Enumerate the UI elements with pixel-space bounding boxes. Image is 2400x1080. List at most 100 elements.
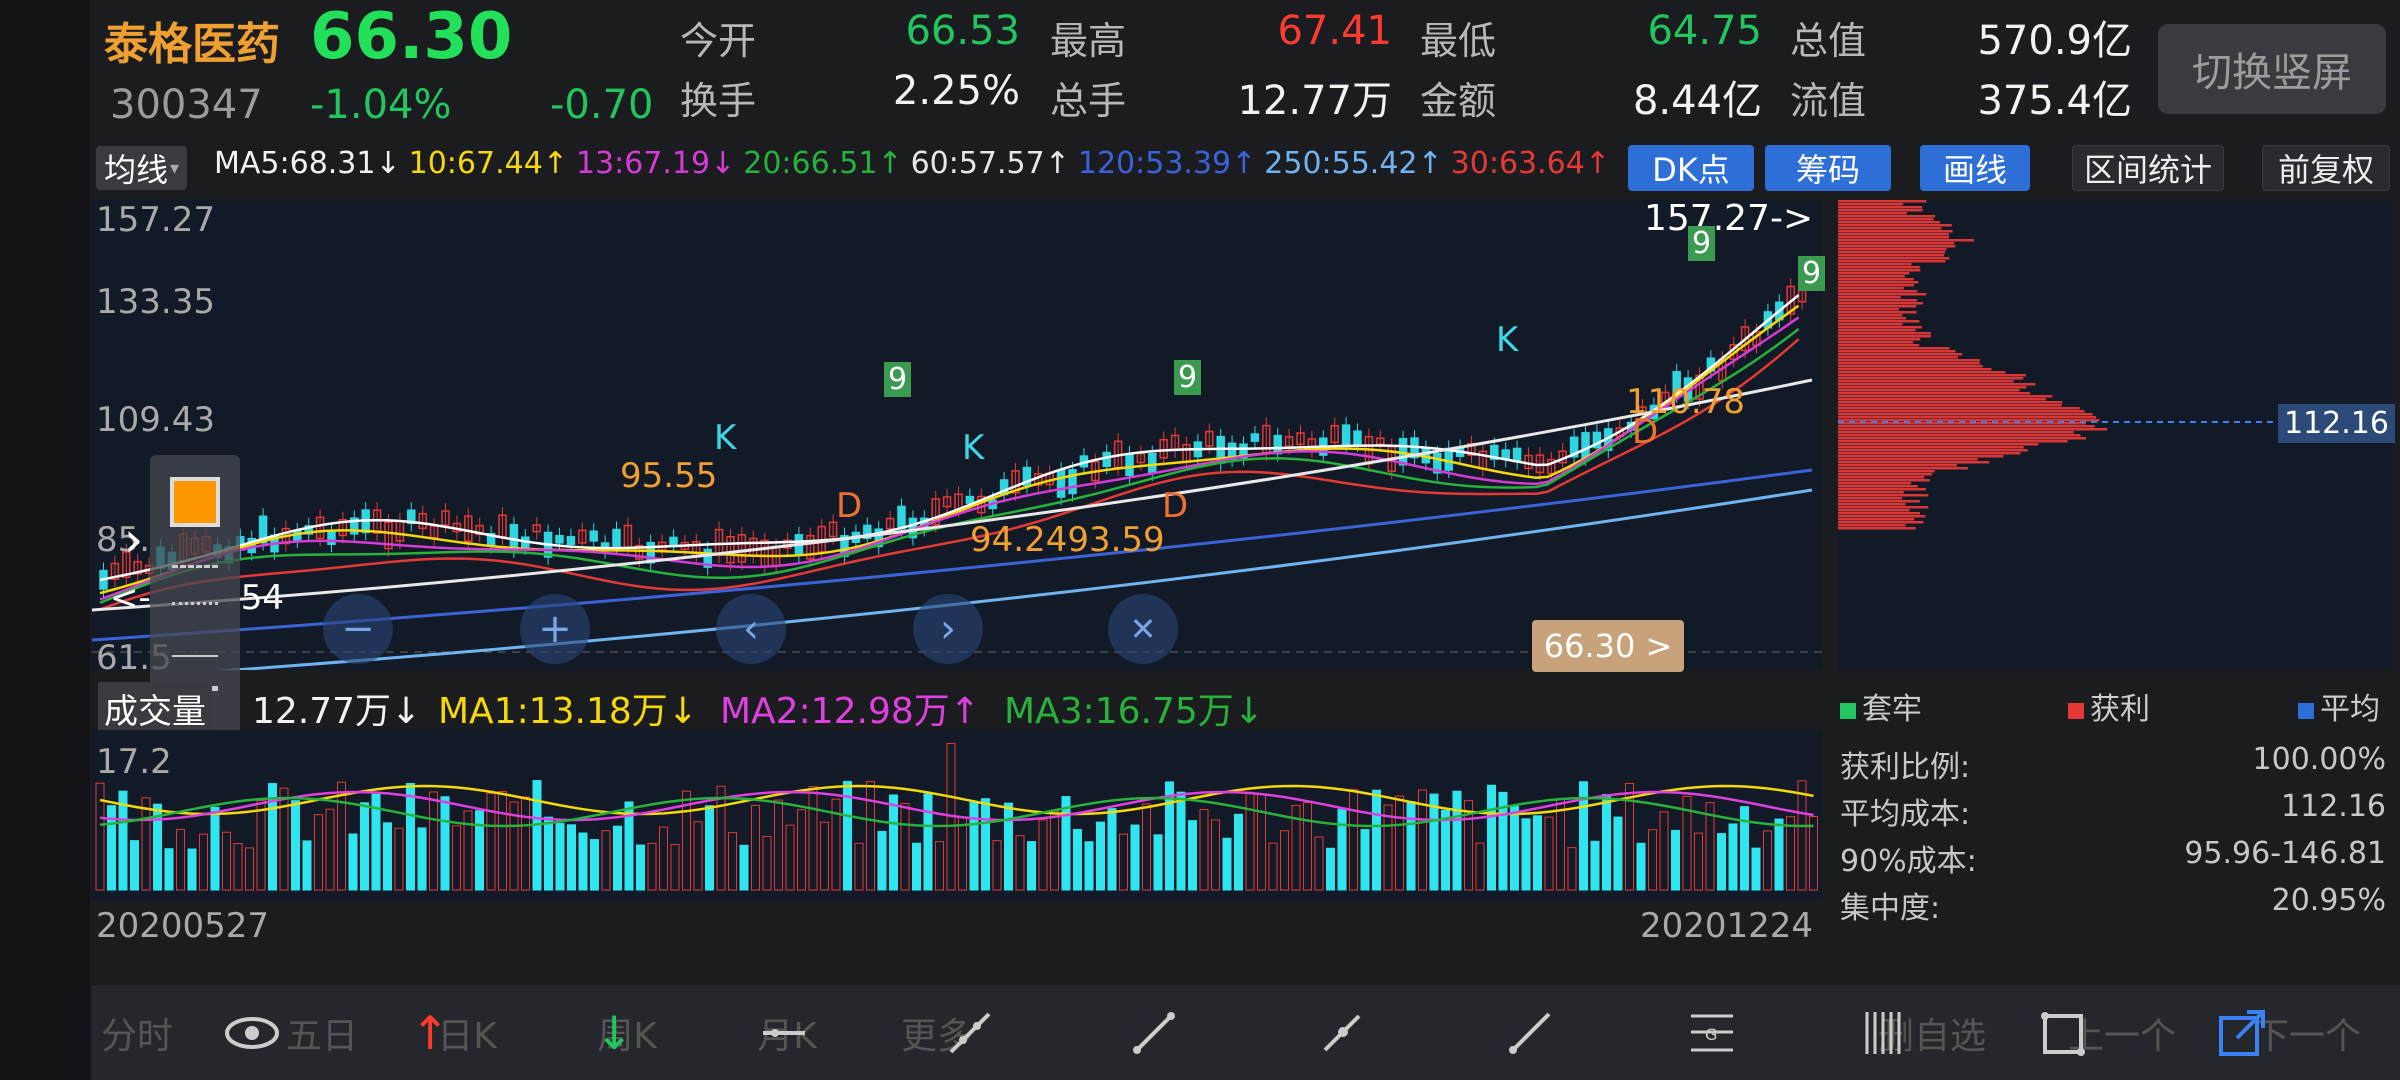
arrow-down-icon[interactable]: ↓ <box>584 1003 644 1063</box>
volume-label: 成交量 <box>98 682 212 735</box>
line-tool-icon[interactable] <box>754 1003 814 1063</box>
forward-adjust-button[interactable]: 前复权 <box>2262 145 2390 191</box>
volume-bar <box>820 821 829 891</box>
stock-name: 泰格医药 <box>104 19 280 70</box>
ray-icon[interactable] <box>1500 1003 1560 1063</box>
chip-bar <box>1838 395 2053 398</box>
line-style-icon[interactable] <box>172 565 218 605</box>
chip-bar <box>1838 242 1955 245</box>
chip-bar <box>1838 521 1924 524</box>
parallel-lines-icon[interactable] <box>1854 1003 1914 1063</box>
volume-bar <box>1199 808 1209 891</box>
chip-bar <box>1838 230 1953 233</box>
volume-bar <box>1142 803 1151 891</box>
scroll-right-button[interactable]: › <box>913 594 983 664</box>
volume-bar <box>1326 847 1335 891</box>
color-swatch[interactable] <box>170 477 220 527</box>
volume-bar <box>1280 830 1289 891</box>
zoom-in-button[interactable]: + <box>520 594 590 664</box>
chip-bar <box>1838 425 2095 428</box>
ma-select[interactable]: 均线 ▾ <box>96 146 188 190</box>
label-94-24-text: 94.24 <box>970 520 1068 560</box>
chip-bar <box>1838 482 1912 485</box>
chip-bar <box>1838 359 1980 362</box>
tab-intraday[interactable]: 分时 <box>92 985 182 1080</box>
fibonacci-icon[interactable]: G <box>1682 1003 1742 1063</box>
ma-value: 20:66.51↑ <box>743 146 903 181</box>
volume-bar <box>1073 828 1082 891</box>
chip-bar <box>1838 263 1912 266</box>
volume-bar <box>1728 823 1738 891</box>
volume-bar <box>187 848 197 891</box>
volume-bar <box>1153 834 1163 891</box>
volume-bar <box>360 802 369 891</box>
expand-left-icon[interactable]: › <box>124 512 143 568</box>
tab-five-day-label: 五日 <box>285 1015 358 1057</box>
chip-stat-label: 获利比例: <box>1840 750 1971 785</box>
volume-bar <box>1349 789 1358 891</box>
chip-bar <box>1838 494 1929 497</box>
chip-bar <box>1838 386 2027 389</box>
volume-bar <box>1797 780 1807 891</box>
date-start: 20200527 <box>96 906 270 946</box>
volume-bar <box>1234 813 1243 891</box>
quote-field-label: 总值 <box>1790 19 1867 63</box>
volume-bar <box>544 816 553 891</box>
rectangle-icon[interactable] <box>2032 1003 2092 1063</box>
collapse-icon[interactable]: ✕ <box>1108 594 1178 664</box>
volume-bar <box>1636 842 1646 891</box>
volume-bar <box>1763 830 1772 891</box>
draw-line-button[interactable]: 画线 <box>1920 145 2030 191</box>
share-icon[interactable] <box>2212 1003 2272 1063</box>
chip-bar <box>1838 491 1904 494</box>
chip-bar <box>1838 299 1917 302</box>
chips-button[interactable]: 筹码 <box>1765 145 1891 191</box>
range-stats-label: 区间统计 <box>2083 151 2212 189</box>
volume-bar <box>981 798 990 891</box>
scroll-left-button[interactable]: ‹ <box>716 594 786 664</box>
long-ma-line <box>91 378 1813 612</box>
switch-portrait-button[interactable]: 切换竖屏 <box>2158 24 2386 114</box>
volume-bar <box>245 847 254 891</box>
volume-bar <box>429 791 438 891</box>
volume-bar <box>164 848 174 891</box>
current-price-tag[interactable]: 66.30 > <box>1532 620 1684 672</box>
volume-bar <box>1774 818 1784 891</box>
volume-bar <box>279 787 289 891</box>
volume-bar <box>1694 832 1703 891</box>
segment-icon[interactable] <box>1124 1003 1184 1063</box>
chip-bar <box>1838 341 1914 344</box>
volume-bar <box>498 791 507 891</box>
chip-bar <box>1838 239 1975 242</box>
d-signal: D <box>836 486 863 526</box>
chip-bar <box>1838 443 2039 446</box>
eye-icon[interactable] <box>222 1003 282 1063</box>
range-stats-button[interactable]: 区间统计 <box>2072 145 2224 191</box>
volume-bar <box>889 794 898 891</box>
chip-stat-value: 112.16 <box>2281 789 2386 824</box>
volume-bar <box>866 781 875 891</box>
chip-bar <box>1838 380 2014 383</box>
dk-point-button[interactable]: DK点 <box>1628 145 1754 191</box>
chip-bar <box>1838 377 2024 380</box>
k-signal: K <box>962 428 985 468</box>
legend-trapped: 套牢 <box>1840 684 1922 728</box>
legend-trapped-label: 套牢 <box>1862 692 1922 727</box>
chip-bar <box>1838 227 1942 230</box>
chip-bar <box>1838 212 1907 215</box>
volume-chart[interactable] <box>92 730 1822 900</box>
diagonal-line-icon[interactable] <box>940 1003 1000 1063</box>
zoom-out-button[interactable]: − <box>323 594 393 664</box>
volume-bar <box>1061 796 1071 891</box>
d-signal: D <box>1632 412 1659 452</box>
volume-bar <box>222 831 231 891</box>
volume-bar <box>1510 805 1519 891</box>
volume-bar <box>1222 837 1232 891</box>
ma-value: 30:63.64↑ <box>1450 146 1610 181</box>
tab-five-day[interactable]: 五日 <box>277 985 367 1080</box>
chip-bar <box>1838 434 2081 437</box>
ray-icon[interactable] <box>1312 1003 1372 1063</box>
arrow-up-icon[interactable]: ↑ <box>400 1003 460 1063</box>
chip-bar <box>1838 314 1903 317</box>
chip-bar <box>1838 317 1907 320</box>
